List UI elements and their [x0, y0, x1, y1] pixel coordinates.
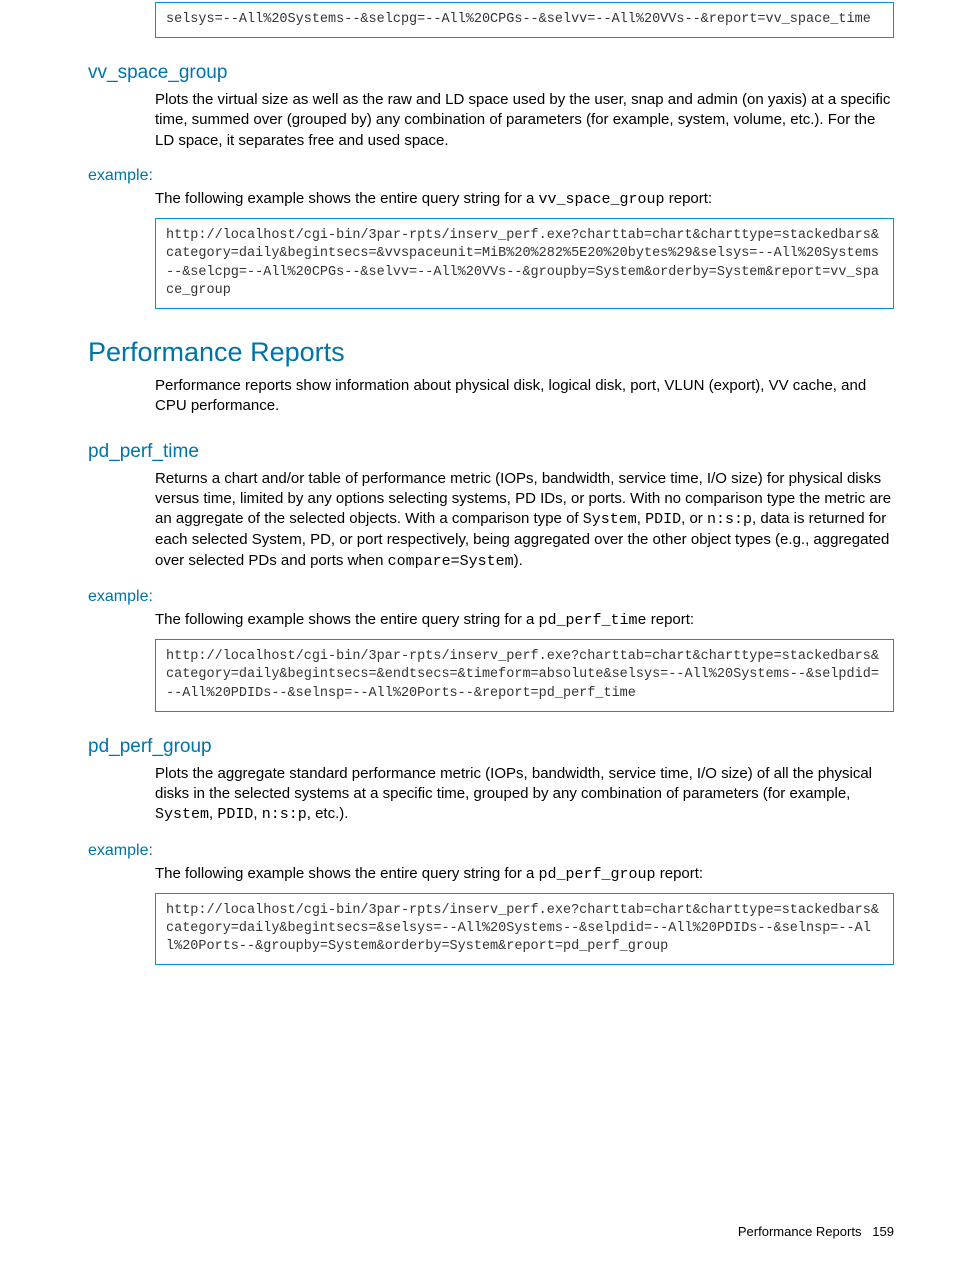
text: The following example shows the entire q… [155, 865, 539, 882]
text: report: [647, 611, 695, 628]
code-block-pd-perf-time: http://localhost/cgi-bin/3par-rpts/inser… [155, 639, 894, 712]
text: The following example shows the entire q… [155, 611, 539, 628]
code-block-vv-space-time: selsys=--All%20Systems--&selcpg=--All%20… [155, 2, 894, 38]
inline-code: n:s:p [262, 806, 307, 823]
footer-label: Performance Reports [738, 1224, 862, 1239]
body-pd-perf-group: Plots the aggregate standard performance… [155, 764, 894, 826]
example-intro-pd-perf-time: The following example shows the entire q… [155, 610, 894, 631]
text: report: [665, 190, 713, 207]
heading-performance-reports: Performance Reports [88, 337, 894, 368]
text: , [637, 510, 645, 527]
example-intro-pd-perf-group: The following example shows the entire q… [155, 864, 894, 885]
heading-vv-space-group: vv_space_group [88, 62, 894, 84]
inline-code: pd_perf_group [539, 866, 656, 883]
example-intro-vv-space-group: The following example shows the entire q… [155, 189, 894, 210]
inline-code: n:s:p [707, 511, 752, 528]
text: ). [514, 552, 523, 569]
inline-code: System [583, 511, 637, 528]
text: , etc.). [307, 805, 349, 822]
example-label: example: [88, 842, 894, 860]
heading-pd-perf-group: pd_perf_group [88, 736, 894, 758]
code-block-pd-perf-group: http://localhost/cgi-bin/3par-rpts/inser… [155, 893, 894, 966]
page: selsys=--All%20Systems--&selcpg=--All%20… [0, 2, 954, 1273]
text: , or [681, 510, 707, 527]
body-pd-perf-time: Returns a chart and/or table of performa… [155, 469, 894, 572]
inline-code: PDID [645, 511, 681, 528]
text: Plots the aggregate standard performance… [155, 765, 872, 802]
inline-code: pd_perf_time [539, 612, 647, 629]
text: report: [656, 865, 704, 882]
inline-code: vv_space_group [539, 191, 665, 208]
body-performance-reports: Performance reports show information abo… [155, 376, 894, 417]
page-footer: Performance Reports 159 [738, 1224, 894, 1239]
text: The following example shows the entire q… [155, 190, 539, 207]
example-label: example: [88, 167, 894, 185]
example-label: example: [88, 588, 894, 606]
inline-code: System [155, 806, 209, 823]
code-block-vv-space-group: http://localhost/cgi-bin/3par-rpts/inser… [155, 218, 894, 309]
inline-code: compare=System [388, 553, 514, 570]
heading-pd-perf-time: pd_perf_time [88, 441, 894, 463]
text: , [253, 805, 261, 822]
body-vv-space-group: Plots the virtual size as well as the ra… [155, 90, 894, 151]
inline-code: PDID [217, 806, 253, 823]
footer-page-number: 159 [872, 1224, 894, 1239]
